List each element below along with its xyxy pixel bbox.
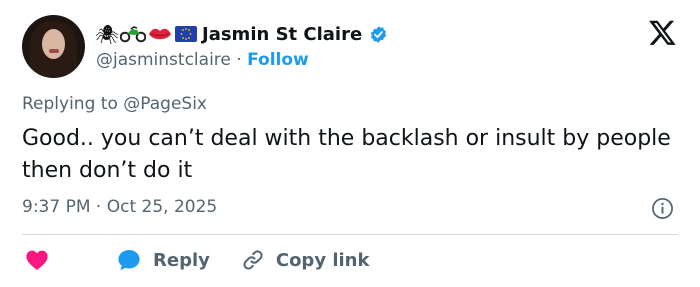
divider [22,234,678,235]
tweet-time: 9:37 PM [22,197,91,217]
tweet-timestamp[interactable]: 9:37 PM · Oct 25, 2025 [22,197,217,217]
timestamp-separator: · [95,197,102,217]
eu-flag-icon [174,23,198,45]
reply-button[interactable]: Reply [153,250,210,271]
handle-row: @jasminstclaire · Follow [96,50,309,70]
author-avatar[interactable] [22,15,85,78]
replying-to: Replying to @PageSix [22,94,207,114]
reply-bubble-icon[interactable] [116,247,142,273]
link-icon[interactable] [241,248,265,272]
author-handle[interactable]: @jasminstclaire [96,50,231,70]
action-bar: Reply Copy link [22,246,369,274]
replying-prefix: Replying to [22,94,118,114]
lips-icon [148,23,172,45]
like-heart-icon[interactable] [24,247,50,273]
verified-badge-icon [371,25,387,43]
author-header: 🕷 Jasmin St Claire [94,21,388,47]
x-logo-icon[interactable] [648,18,677,47]
author-name[interactable]: Jasmin St Claire [202,24,362,45]
copy-link-button[interactable]: Copy link [276,250,370,271]
info-icon[interactable] [651,197,674,220]
reply-mention-link[interactable]: @PageSix [123,94,207,114]
handle-separator: · [236,50,242,70]
motorcycle-icon [120,23,146,45]
tweet-date: Oct 25, 2025 [106,197,218,217]
spider-icon: 🕷 [94,23,120,46]
tweet-text: Good.. you can’t deal with the backlash … [22,126,671,183]
follow-button[interactable]: Follow [247,50,309,70]
